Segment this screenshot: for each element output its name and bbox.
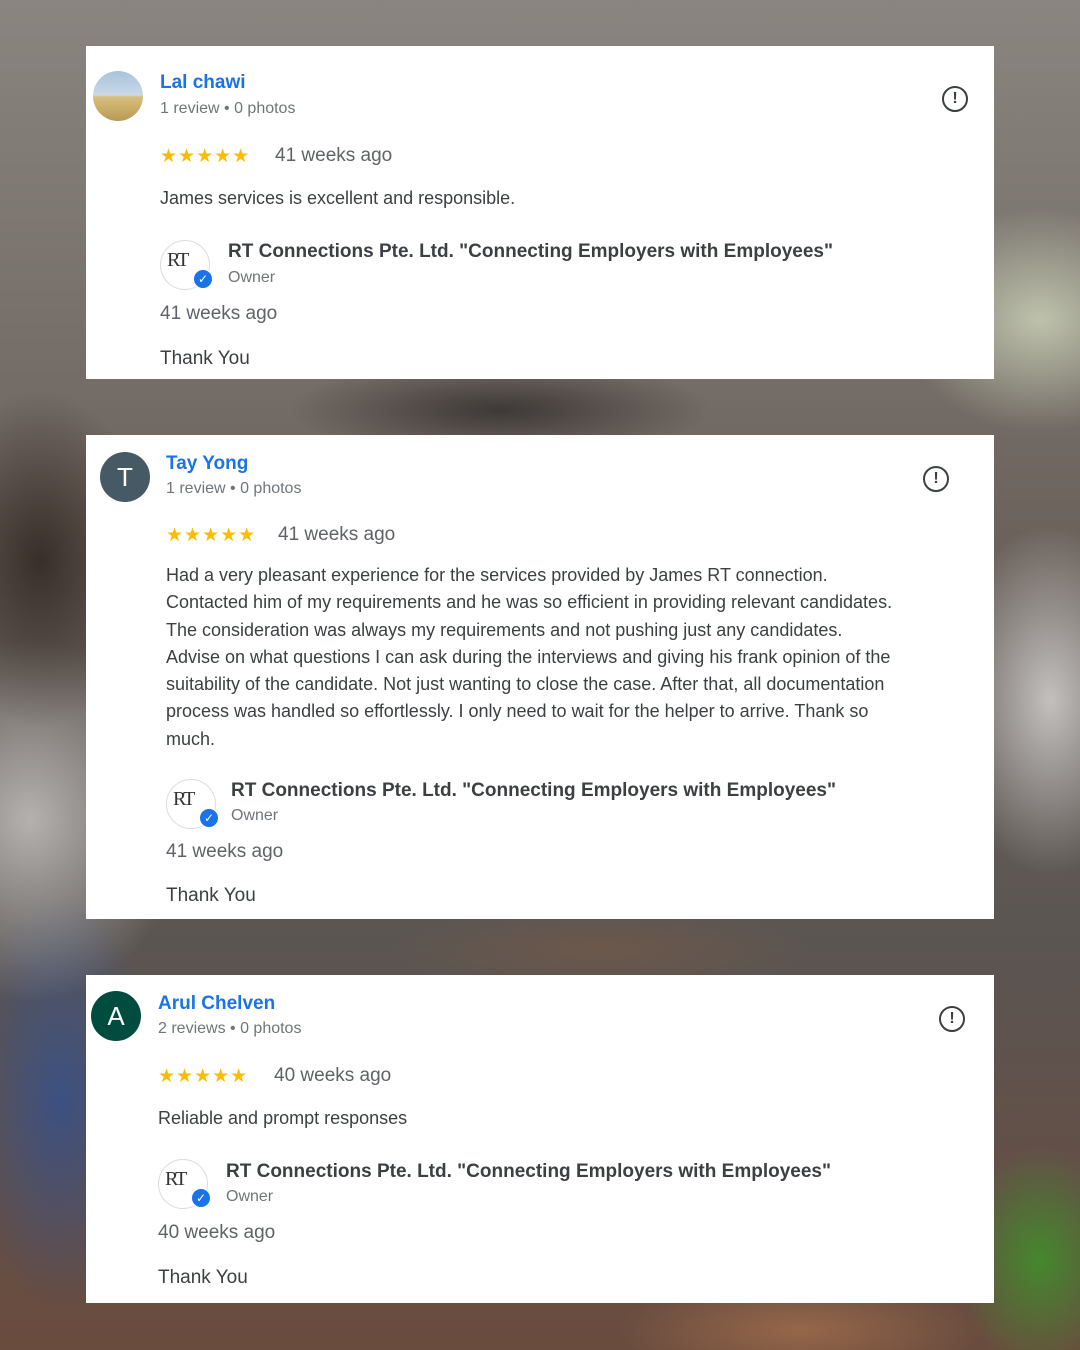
- reply-time: 40 weeks ago: [158, 1222, 276, 1243]
- review-card: T Tay Yong 1 review • 0 photos ! ★★★★★ 4…: [86, 435, 994, 919]
- review-text-line: suitability of the candidate. Not just w…: [166, 674, 885, 695]
- verified-check-icon: ✓: [191, 1188, 211, 1208]
- report-flag-icon[interactable]: !: [923, 466, 949, 492]
- reviewer-name[interactable]: Arul Chelven: [158, 993, 275, 1015]
- review-card: Lal chawi 1 review • 0 photos ! ★★★★★ 41…: [86, 46, 994, 379]
- verified-check-icon: ✓: [193, 269, 213, 289]
- report-flag-icon[interactable]: !: [939, 1006, 965, 1032]
- reviewer-avatar[interactable]: [93, 71, 143, 121]
- star-rating: ★★★★★: [158, 1066, 249, 1087]
- reviewer-avatar[interactable]: A: [91, 991, 141, 1041]
- review-time: 40 weeks ago: [274, 1065, 392, 1086]
- reply-text: Thank You: [166, 885, 256, 906]
- report-flag-icon[interactable]: !: [942, 86, 968, 112]
- owner-name: RT Connections Pte. Ltd. "Connecting Emp…: [231, 780, 836, 801]
- review-text: Reliable and prompt responses: [158, 1108, 408, 1128]
- owner-role: Owner: [226, 1188, 274, 1205]
- reviewer-meta: 1 review • 0 photos: [166, 480, 302, 497]
- review-text-line: Contacted him of my requirements and he …: [166, 592, 893, 613]
- owner-name: RT Connections Pte. Ltd. "Connecting Emp…: [228, 241, 833, 262]
- owner-logo: RT ✓: [166, 779, 219, 829]
- rt-logo-icon: RT: [165, 1168, 187, 1190]
- reviewer-name[interactable]: Tay Yong: [166, 453, 248, 475]
- review-text-line: Advise on what questions I can ask durin…: [166, 646, 891, 667]
- reviewer-name[interactable]: Lal chawi: [160, 72, 246, 94]
- rt-logo-icon: RT: [167, 249, 189, 271]
- owner-logo: RT ✓: [158, 1159, 211, 1209]
- reply-text: Thank You: [158, 1267, 248, 1288]
- rt-logo-icon: RT: [173, 788, 195, 810]
- review-card: A Arul Chelven 2 reviews • 0 photos ! ★★…: [86, 975, 994, 1303]
- reply-time: 41 weeks ago: [166, 841, 284, 862]
- reply-time: 41 weeks ago: [160, 303, 278, 324]
- verified-check-icon: ✓: [199, 808, 219, 828]
- review-text-line: much.: [166, 728, 216, 749]
- reviewer-meta: 2 reviews • 0 photos: [158, 1020, 302, 1037]
- star-rating: ★★★★★: [166, 525, 257, 546]
- owner-logo: RT ✓: [160, 240, 213, 290]
- review-text-line: process was handled so effortlessly. I o…: [166, 701, 869, 722]
- review-text-line: The consideration was always my requirem…: [166, 619, 843, 640]
- star-rating: ★★★★★: [160, 146, 251, 167]
- reply-text: Thank You: [160, 348, 250, 369]
- reviewer-meta: 1 review • 0 photos: [160, 100, 296, 117]
- review-text-line: Had a very pleasant experience for the s…: [166, 565, 828, 585]
- review-text: Had a very pleasant experience for the s…: [166, 562, 986, 753]
- review-text: James services is excellent and responsi…: [160, 188, 516, 208]
- owner-role: Owner: [228, 269, 276, 286]
- reviewer-avatar[interactable]: T: [100, 452, 150, 502]
- review-time: 41 weeks ago: [278, 524, 396, 545]
- owner-name: RT Connections Pte. Ltd. "Connecting Emp…: [226, 1161, 831, 1182]
- owner-role: Owner: [231, 807, 279, 824]
- review-time: 41 weeks ago: [275, 145, 393, 166]
